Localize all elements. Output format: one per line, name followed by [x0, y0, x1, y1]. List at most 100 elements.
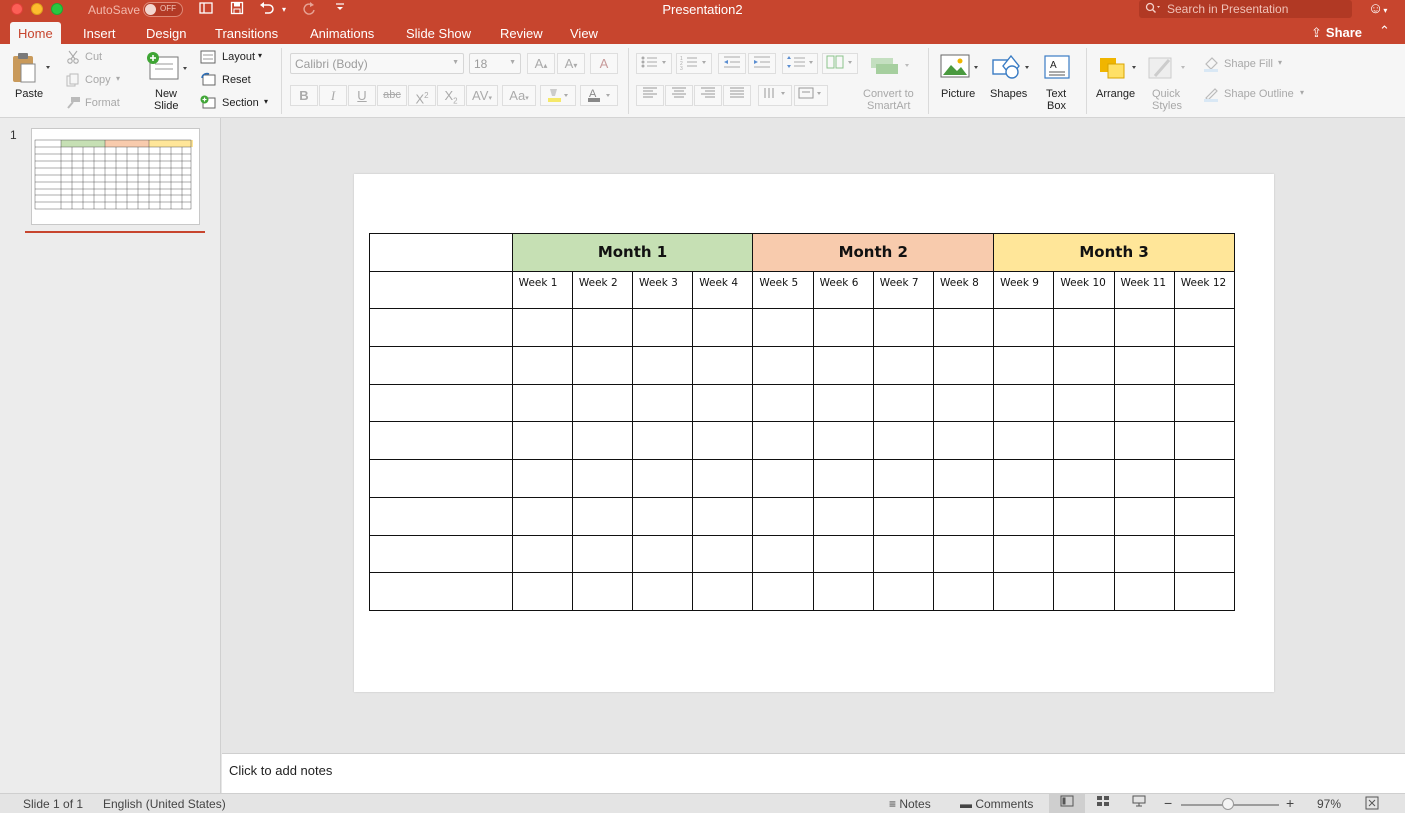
- table-cell[interactable]: [692, 496, 754, 536]
- bold-button[interactable]: B: [290, 85, 318, 106]
- table-cell[interactable]: [812, 383, 874, 423]
- paste-button[interactable]: [11, 52, 51, 87]
- quick-styles-button[interactable]: [1147, 54, 1189, 85]
- table-cell[interactable]: [511, 346, 573, 385]
- table-cell[interactable]: [511, 421, 573, 461]
- table-cell[interactable]: [752, 572, 814, 611]
- justify-button[interactable]: [723, 85, 751, 106]
- autosave-toggle[interactable]: OFF: [143, 2, 183, 17]
- table-cell[interactable]: [692, 308, 754, 348]
- table-cell[interactable]: [571, 346, 634, 385]
- font-color-button[interactable]: A: [580, 85, 618, 106]
- tab-review[interactable]: Review: [492, 24, 551, 44]
- week-header[interactable]: Week 7: [872, 270, 934, 310]
- redo-icon[interactable]: [302, 1, 316, 19]
- table-cell[interactable]: [1053, 534, 1115, 574]
- table-cell[interactable]: [571, 459, 634, 498]
- slide-thumbnail[interactable]: [31, 128, 200, 225]
- presenter-view-button[interactable]: [1121, 794, 1157, 813]
- table-cell[interactable]: [1173, 383, 1236, 423]
- table-cell[interactable]: [812, 308, 874, 348]
- decrease-font-size-button[interactable]: A▾: [557, 53, 585, 74]
- week-header[interactable]: Week 3: [632, 270, 694, 310]
- highlight-color-button[interactable]: [540, 85, 576, 106]
- tab-view[interactable]: View: [562, 24, 606, 44]
- layout-dropdown-icon[interactable]: ▾: [258, 51, 262, 60]
- week-header[interactable]: Week 1: [511, 270, 573, 310]
- language-indicator[interactable]: English (United States): [103, 797, 226, 811]
- table-cell[interactable]: [632, 496, 694, 536]
- tab-transitions[interactable]: Transitions: [207, 24, 286, 44]
- align-center-button[interactable]: [665, 85, 693, 106]
- table-cell[interactable]: [752, 534, 814, 574]
- tab-animations[interactable]: Animations: [302, 24, 382, 44]
- month-1-header[interactable]: Month 1: [511, 233, 754, 272]
- table-cell[interactable]: [1113, 572, 1175, 611]
- table-cell[interactable]: [1113, 421, 1175, 461]
- table-cell[interactable]: [1173, 459, 1236, 498]
- table-cell[interactable]: [1173, 534, 1236, 574]
- line-spacing-button[interactable]: [782, 53, 818, 74]
- text-direction-button[interactable]: [758, 85, 792, 106]
- week-header[interactable]: Week 11: [1113, 270, 1175, 310]
- table-cell[interactable]: [752, 383, 814, 423]
- table-cell[interactable]: [692, 459, 754, 498]
- table-cell[interactable]: [571, 421, 634, 461]
- table-cell[interactable]: [632, 383, 694, 423]
- table-cell[interactable]: [571, 383, 634, 423]
- strikethrough-button[interactable]: abc: [377, 85, 407, 106]
- table-cell[interactable]: [812, 346, 874, 385]
- table-cell[interactable]: [872, 383, 934, 423]
- table-cell[interactable]: [752, 421, 814, 461]
- table-cell[interactable]: [571, 572, 634, 611]
- table-cell[interactable]: [1053, 421, 1115, 461]
- table-cell[interactable]: [993, 534, 1055, 574]
- minimize-window-button[interactable]: [31, 3, 43, 15]
- zoom-level[interactable]: 97%: [1317, 797, 1341, 811]
- shape-outline-button[interactable]: Shape Outline: [1224, 88, 1294, 100]
- table-cell[interactable]: [1173, 421, 1236, 461]
- undo-dropdown-icon[interactable]: ▾: [282, 1, 286, 19]
- increase-indent-button[interactable]: [748, 53, 776, 74]
- week-header[interactable]: Week 2: [571, 270, 634, 310]
- table-cell[interactable]: [632, 308, 694, 348]
- table-cell[interactable]: [632, 572, 694, 611]
- table-cell[interactable]: [1113, 534, 1175, 574]
- table-cell[interactable]: [511, 534, 573, 574]
- table-cell[interactable]: [932, 459, 995, 498]
- table-cell[interactable]: [369, 572, 513, 611]
- table-cell[interactable]: [932, 346, 995, 385]
- table-cell[interactable]: [993, 383, 1055, 423]
- maximize-window-button[interactable]: [51, 3, 63, 15]
- table-cell[interactable]: [932, 572, 995, 611]
- table-cell[interactable]: [692, 534, 754, 574]
- slide[interactable]: Month 1 Month 2 Month 3 Week 1 Week 2 We…: [354, 174, 1274, 692]
- month-3-header[interactable]: Month 3: [993, 233, 1235, 272]
- table-cell[interactable]: [369, 459, 513, 498]
- table-cell[interactable]: [1113, 308, 1175, 348]
- week-header[interactable]: Week 8: [932, 270, 995, 310]
- slide-sorter-button[interactable]: [1085, 794, 1121, 813]
- table-cell[interactable]: [872, 496, 934, 536]
- normal-view-button[interactable]: [1049, 794, 1085, 813]
- align-left-button[interactable]: [636, 85, 664, 106]
- table-cell[interactable]: [511, 459, 573, 498]
- decrease-indent-button[interactable]: [718, 53, 746, 74]
- search-input[interactable]: Search in Presentation: [1139, 0, 1352, 18]
- table-cell[interactable]: [872, 572, 934, 611]
- table-cell[interactable]: [1173, 496, 1236, 536]
- clear-formatting-button[interactable]: A: [590, 53, 618, 74]
- undo-icon[interactable]: [259, 1, 275, 19]
- table-cell[interactable]: [369, 496, 513, 536]
- table-cell[interactable]: [632, 459, 694, 498]
- align-text-button[interactable]: [794, 85, 828, 106]
- table-cell[interactable]: [369, 308, 513, 348]
- format-painter-button[interactable]: Format: [85, 97, 120, 109]
- table-cell[interactable]: [1053, 572, 1115, 611]
- italic-button[interactable]: I: [319, 85, 347, 106]
- new-slide-button[interactable]: [146, 51, 190, 88]
- week-header[interactable]: Week 6: [812, 270, 874, 310]
- numbering-button[interactable]: 123: [676, 53, 712, 74]
- shapes-button[interactable]: [991, 54, 1033, 85]
- table-cell[interactable]: [752, 459, 814, 498]
